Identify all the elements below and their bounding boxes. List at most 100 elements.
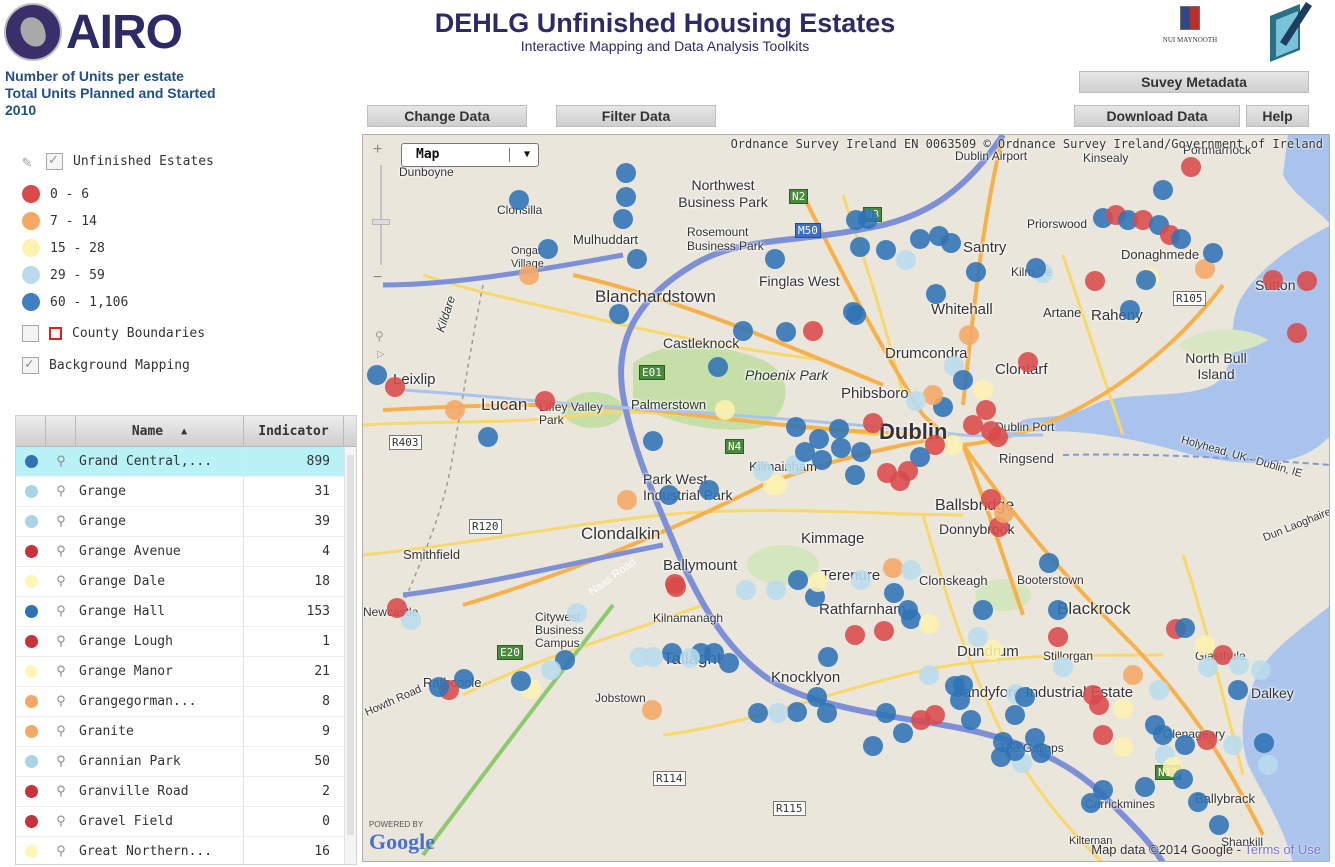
estate-marker[interactable]: [818, 647, 838, 667]
estate-marker[interactable]: [1031, 743, 1051, 763]
row-zoom-cell[interactable]: ⚲: [46, 597, 76, 627]
estate-marker[interactable]: [877, 463, 897, 483]
estate-marker[interactable]: [609, 304, 629, 324]
download-data-button[interactable]: Download Data: [1074, 105, 1240, 127]
estate-marker[interactable]: [519, 265, 539, 285]
row-zoom-cell[interactable]: ⚲: [46, 687, 76, 717]
estate-marker[interactable]: [1081, 793, 1101, 813]
zoom-out-button[interactable]: −: [373, 269, 382, 287]
row-zoom-cell[interactable]: ⚲: [46, 507, 76, 537]
estate-marker[interactable]: [876, 240, 896, 260]
estate-marker[interactable]: [893, 723, 913, 743]
estate-marker[interactable]: [445, 400, 465, 420]
magnifier-icon[interactable]: ⚲: [56, 664, 66, 679]
estate-marker[interactable]: [1089, 695, 1109, 715]
table-row[interactable]: ⚲ Grangegorman... 8: [16, 686, 356, 717]
estate-marker[interactable]: [627, 249, 647, 269]
estate-marker[interactable]: [1048, 600, 1068, 620]
map-type-dropdown[interactable]: Map ▼: [401, 143, 539, 167]
magnifier-icon[interactable]: ⚲: [56, 784, 66, 799]
unfinished-estates-checkbox[interactable]: [46, 152, 63, 170]
estate-marker[interactable]: [817, 703, 837, 723]
estate-marker[interactable]: [733, 321, 753, 341]
magnifier-icon[interactable]: ⚲: [56, 574, 66, 589]
table-row[interactable]: ⚲ Grange Hall 153: [16, 596, 356, 627]
row-zoom-cell[interactable]: ⚲: [46, 807, 76, 837]
estate-marker[interactable]: [1149, 680, 1169, 700]
estate-marker[interactable]: [919, 665, 939, 685]
estate-marker[interactable]: [736, 580, 756, 600]
estate-marker[interactable]: [617, 490, 637, 510]
estate-marker[interactable]: [786, 417, 806, 437]
estate-marker[interactable]: [959, 325, 979, 345]
estate-marker[interactable]: [863, 413, 883, 433]
estate-marker[interactable]: [945, 676, 965, 696]
magnifier-icon[interactable]: ⚲: [56, 514, 66, 529]
estate-marker[interactable]: [1173, 769, 1193, 789]
pan-arrow-icon[interactable]: ▷: [377, 349, 385, 360]
estate-marker[interactable]: [511, 671, 531, 691]
table-row[interactable]: ⚲ Grange Lough 1: [16, 626, 356, 657]
estate-marker[interactable]: [1228, 680, 1248, 700]
estate-marker[interactable]: [925, 705, 945, 725]
estate-marker[interactable]: [1251, 660, 1271, 680]
row-zoom-cell[interactable]: ⚲: [46, 627, 76, 657]
estate-marker[interactable]: [1085, 271, 1105, 291]
table-row[interactable]: ⚲ Gravel Field 0: [16, 806, 356, 837]
estate-marker[interactable]: [1175, 618, 1195, 638]
estate-marker[interactable]: [1039, 553, 1059, 573]
estate-marker[interactable]: [901, 560, 921, 580]
magnifier-icon[interactable]: ⚲: [56, 724, 66, 739]
estate-marker[interactable]: [748, 703, 768, 723]
estate-marker[interactable]: [874, 621, 894, 641]
row-zoom-cell[interactable]: ⚲: [46, 447, 76, 477]
estate-marker[interactable]: [1048, 627, 1068, 647]
magnifier-icon[interactable]: ⚲: [56, 454, 66, 469]
estate-marker[interactable]: [883, 558, 903, 578]
estate-marker[interactable]: [699, 480, 719, 500]
map-viewport[interactable]: Dublin Blanchardstown Clondalkin Lucan C…: [362, 134, 1330, 862]
estate-marker[interactable]: [1175, 735, 1195, 755]
zoom-slider-handle[interactable]: [372, 219, 390, 225]
magnifier-icon[interactable]: ⚲: [56, 484, 66, 499]
change-data-button[interactable]: Change Data: [367, 105, 527, 127]
estate-marker[interactable]: [812, 450, 832, 470]
terms-of-use-link[interactable]: Terms of Use: [1244, 842, 1321, 857]
estate-marker[interactable]: [429, 677, 449, 697]
help-button[interactable]: Help: [1246, 105, 1309, 127]
table-row[interactable]: ⚲ Grange 31: [16, 476, 356, 507]
estate-marker[interactable]: [385, 377, 405, 397]
row-zoom-cell[interactable]: ⚲: [46, 537, 76, 567]
estate-marker[interactable]: [1287, 323, 1307, 343]
estate-marker[interactable]: [1015, 687, 1035, 707]
estate-marker[interactable]: [901, 609, 921, 629]
estate-marker[interactable]: [831, 438, 851, 458]
background-mapping-checkbox[interactable]: [22, 356, 39, 374]
estate-marker[interactable]: [953, 370, 973, 390]
row-zoom-cell[interactable]: ⚲: [46, 657, 76, 687]
estate-marker[interactable]: [829, 419, 849, 439]
magnifier-icon[interactable]: ⚲: [56, 814, 66, 829]
estate-marker[interactable]: [616, 163, 636, 183]
estate-marker[interactable]: [541, 660, 561, 680]
estate-marker[interactable]: [788, 570, 808, 590]
estate-marker[interactable]: [1123, 665, 1143, 685]
estate-marker[interactable]: [1203, 243, 1223, 263]
table-row[interactable]: ⚲ Grange 39: [16, 506, 356, 537]
estate-marker[interactable]: [851, 570, 871, 590]
estate-marker[interactable]: [768, 703, 788, 723]
estate-marker[interactable]: [1198, 657, 1218, 677]
estate-marker[interactable]: [662, 643, 682, 663]
estate-marker[interactable]: [858, 209, 878, 229]
estate-marker[interactable]: [926, 284, 946, 304]
estate-marker[interactable]: [1258, 755, 1278, 775]
estate-marker[interactable]: [843, 302, 863, 322]
survey-metadata-button[interactable]: Suvey Metadata: [1079, 71, 1309, 93]
estate-marker[interactable]: [961, 710, 981, 730]
estate-marker[interactable]: [1171, 229, 1191, 249]
estate-marker[interactable]: [803, 321, 823, 341]
estate-marker[interactable]: [567, 603, 587, 623]
estate-marker[interactable]: [988, 427, 1008, 447]
estate-marker[interactable]: [919, 614, 939, 634]
estate-marker[interactable]: [1181, 157, 1201, 177]
